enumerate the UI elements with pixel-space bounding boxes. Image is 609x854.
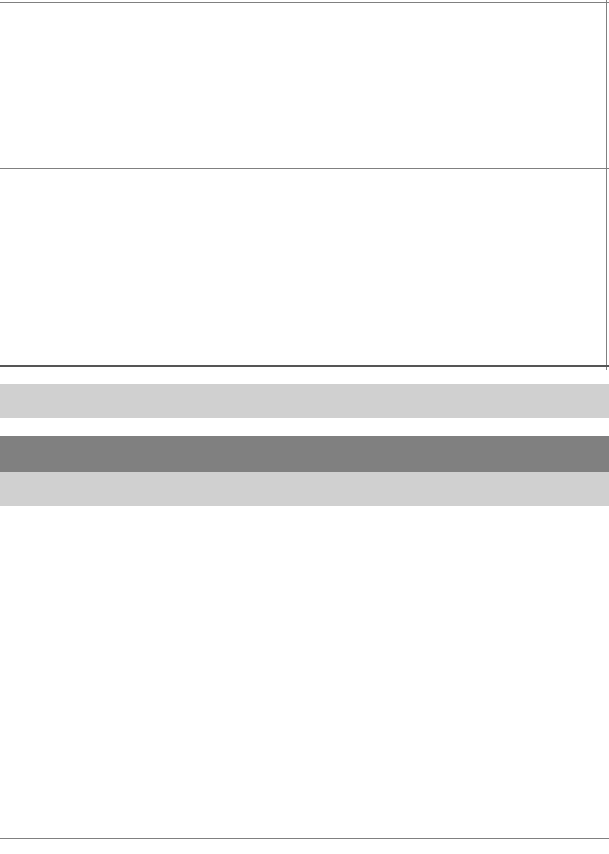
- divider-top: [0, 2, 609, 3]
- row-band-light-2: [0, 472, 609, 506]
- divider-section: [0, 365, 609, 367]
- divider-upper: [0, 168, 609, 169]
- divider-bottom: [0, 838, 609, 839]
- row-band-dark: [0, 436, 609, 472]
- divider-right: [606, 0, 607, 370]
- row-band-light-1: [0, 384, 609, 418]
